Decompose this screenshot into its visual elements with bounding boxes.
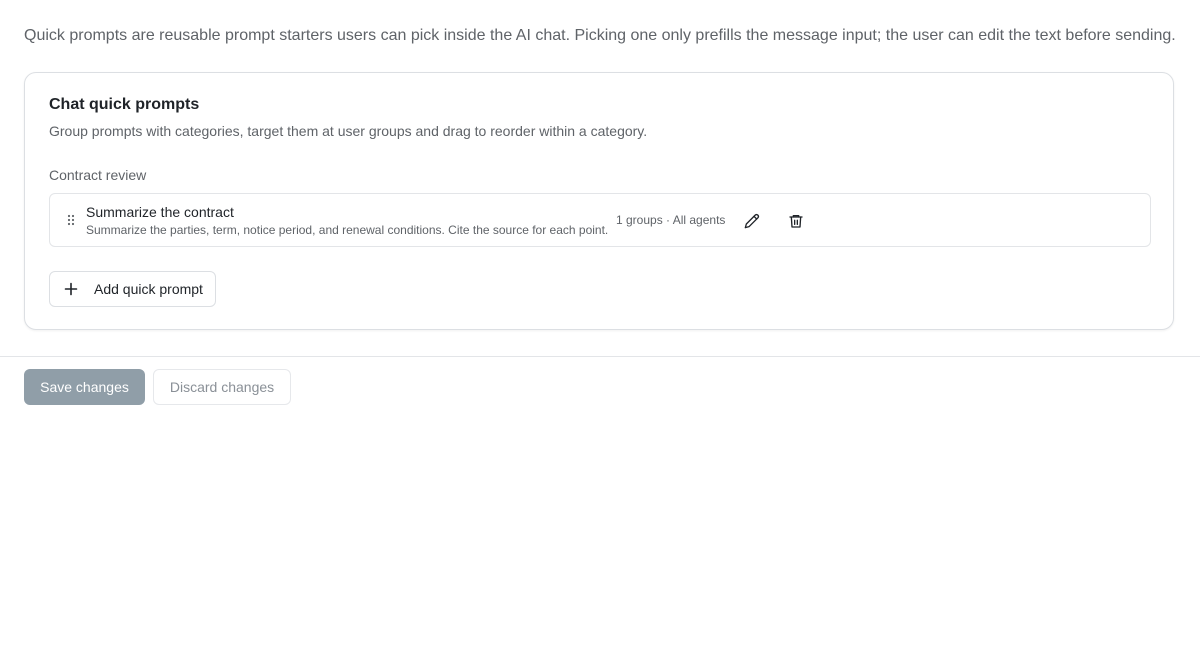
save-changes-button[interactable]: Save changes xyxy=(24,369,145,405)
category-label: Contract review xyxy=(49,167,147,183)
quick-prompts-card: Chat quick prompts Group prompts with ca… xyxy=(24,72,1174,330)
discard-changes-button[interactable]: Discard changes xyxy=(153,369,291,405)
plus-icon xyxy=(64,282,78,296)
drag-handle-icon[interactable] xyxy=(66,213,76,227)
prompt-body: Summarize the parties, term, notice peri… xyxy=(86,223,609,237)
footer-divider xyxy=(0,356,1200,357)
prompt-title: Summarize the contract xyxy=(86,204,234,220)
card-description: Group prompts with categories, target th… xyxy=(49,123,648,139)
add-quick-prompt-label: Add quick prompt xyxy=(94,281,203,297)
edit-prompt-button[interactable] xyxy=(738,207,766,235)
prompt-targeting-meta: 1 groups · All agents xyxy=(616,213,726,227)
delete-prompt-button[interactable] xyxy=(782,207,810,235)
pencil-icon xyxy=(744,213,760,229)
add-quick-prompt-button[interactable]: Add quick prompt xyxy=(49,271,216,307)
page: Quick prompts are reusable prompt starte… xyxy=(0,0,1200,650)
card-title: Chat quick prompts xyxy=(49,96,200,113)
intro-text: Quick prompts are reusable prompt starte… xyxy=(24,27,1176,44)
quick-prompt-row[interactable]: Summarize the contract Summarize the par… xyxy=(49,193,1151,247)
trash-icon xyxy=(789,215,803,228)
